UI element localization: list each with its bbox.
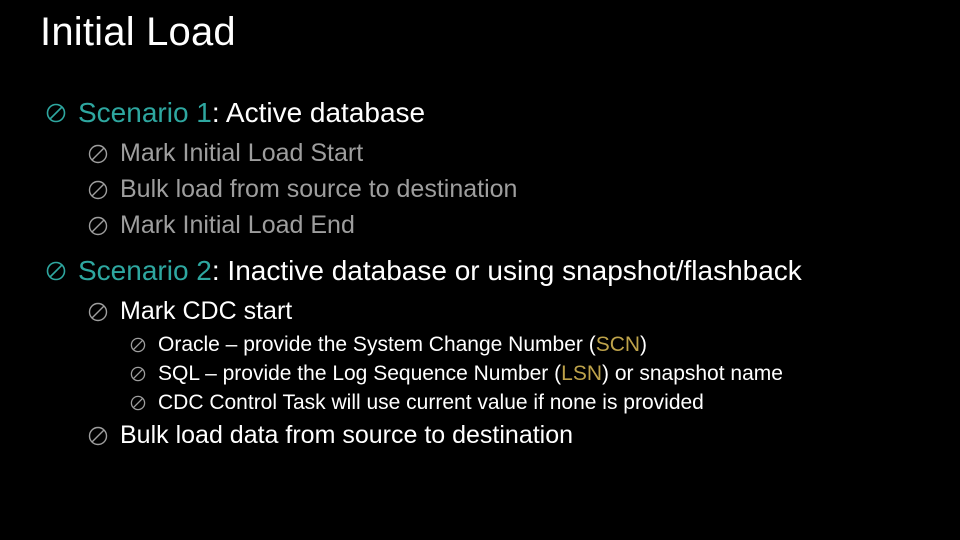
s2-oracle-abbr: SCN	[596, 333, 640, 356]
scenario-2-label: Scenario 2	[78, 255, 212, 286]
s1-item-a: Mark Initial Load Start	[88, 137, 920, 171]
s2-oracle-post: )	[640, 333, 647, 356]
s2-oracle-text: Oracle – provide the System Change Numbe…	[158, 331, 920, 359]
bullet-icon	[46, 103, 66, 123]
scenario-2-sublist-wrap: Mark CDC start Oracle – provide the Syst…	[46, 295, 920, 453]
s2-bulk-load: Bulk load data from source to destinatio…	[88, 419, 920, 453]
scenario-2: Scenario 2: Inactive database or using s…	[46, 253, 920, 289]
bullet-icon	[88, 144, 108, 164]
scenario-2-text: Scenario 2: Inactive database or using s…	[78, 253, 920, 289]
s2-sql: SQL – provide the Log Sequence Number (L…	[130, 360, 920, 388]
s1-item-c-text: Mark Initial Load End	[120, 209, 920, 243]
s2-sql-text: SQL – provide the Log Sequence Number (L…	[158, 360, 920, 388]
scenario-1-sublist: Mark Initial Load Start Bulk load from s…	[46, 137, 920, 242]
s1-item-a-text: Mark Initial Load Start	[120, 137, 920, 171]
s2-cdc-control-text: CDC Control Task will use current value …	[158, 389, 920, 417]
s2-oracle: Oracle – provide the System Change Numbe…	[130, 331, 920, 359]
s2-mark-cdc-sublist-wrap: Oracle – provide the System Change Numbe…	[88, 331, 920, 418]
s2-mark-cdc: Mark CDC start	[88, 295, 920, 329]
scenario-1-text: Scenario 1: Active database	[78, 95, 920, 131]
s2-mark-cdc-sublist: Oracle – provide the System Change Numbe…	[88, 331, 920, 418]
slide-title: Initial Load	[40, 10, 920, 55]
s1-item-c: Mark Initial Load End	[88, 209, 920, 243]
bullet-icon	[88, 180, 108, 200]
s2-sql-post: ) or snapshot name	[602, 362, 783, 385]
s2-oracle-pre: Oracle – provide the System Change Numbe…	[158, 333, 596, 356]
scenario-1: Scenario 1: Active database	[46, 95, 920, 131]
s2-sql-abbr: LSN	[561, 362, 602, 385]
scenario-2-rest: : Inactive database or using snapshot/fl…	[212, 255, 802, 286]
s2-mark-cdc-text: Mark CDC start	[120, 295, 920, 329]
spacer	[46, 245, 920, 253]
level1-list: Scenario 1: Active database Mark Initial…	[40, 95, 920, 453]
s2-cdc-control: CDC Control Task will use current value …	[130, 389, 920, 417]
s1-item-b-text: Bulk load from source to destination	[120, 173, 920, 207]
scenario-2-sublist: Mark CDC start Oracle – provide the Syst…	[46, 295, 920, 453]
scenario-1-label: Scenario 1	[78, 97, 212, 128]
bullet-icon	[88, 426, 108, 446]
scenario-1-rest: : Active database	[212, 97, 425, 128]
s1-item-b: Bulk load from source to destination	[88, 173, 920, 207]
bullet-icon	[130, 395, 146, 411]
bullet-icon	[130, 366, 146, 382]
bullet-icon	[88, 302, 108, 322]
scenario-1-sublist-wrap: Mark Initial Load Start Bulk load from s…	[46, 137, 920, 242]
bullet-icon	[88, 216, 108, 236]
bullet-icon	[130, 337, 146, 353]
s2-sql-pre: SQL – provide the Log Sequence Number (	[158, 362, 561, 385]
bullet-icon	[46, 261, 66, 281]
s2-bulk-load-text: Bulk load data from source to destinatio…	[120, 419, 920, 453]
